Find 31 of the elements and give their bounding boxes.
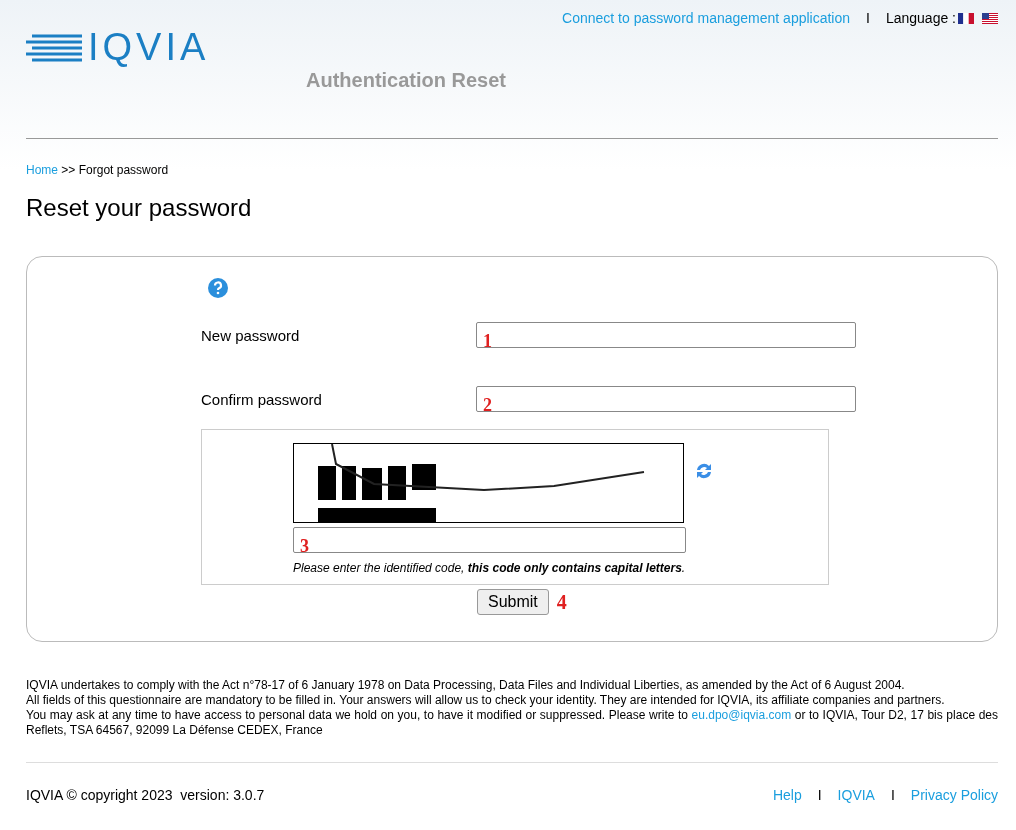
logo-lines-icon [26, 33, 82, 62]
separator: I [817, 787, 822, 803]
footer-link[interactable]: Help [772, 787, 802, 803]
breadcrumb-current: >> Forgot password [61, 163, 169, 177]
logo-text: IQVIA [88, 26, 210, 69]
app-title: Authentication Reset [306, 69, 508, 92]
page-title: Reset your password [26, 194, 253, 222]
email-link[interactable]: eu.dpo@iqvia.com [691, 708, 792, 722]
password-field[interactable]: 2 [476, 386, 856, 412]
contact-paragraph: You may ask at any time to have access to personal data we hold on you, to have it modified or suppressed. Please write to eu.dpo@iqvia.com or to IQVIA, Tour D2, 17 bis place des Reflets, TSA 64567, 92099 La Défense CEDEX, France [26, 708, 998, 738]
help-icon[interactable] [207, 277, 229, 299]
field-label: New password [201, 326, 301, 344]
footer-link[interactable]: Privacy Policy [910, 787, 998, 803]
language-label: Language : [885, 10, 956, 26]
flag-icon[interactable] [982, 12, 998, 24]
legal-paragraph: All fields of this questionnaire are mandatory to be filled in. Your answers will allow us to check your identity. They are intended for IQVIA, its affiliate companies and partners. [26, 693, 946, 708]
password-app-link[interactable]: Connect to password management application [562, 10, 851, 26]
separator: I [890, 787, 895, 803]
legal-paragraph: IQVIA undertakes to comply with the Act n°78-17 of 6 January 1978 on Data Processing, Data Files and Individual Liberties, as amended by the Act of 6 August 2004. [26, 678, 906, 693]
flag-icon[interactable] [958, 12, 974, 24]
captcha-field[interactable]: 3 [293, 527, 686, 553]
annotation-number: 4 [556, 590, 567, 614]
copyright-text: IQVIA © copyright 2023 version: 3.0.7 [26, 787, 265, 803]
submit-button[interactable]: Submit [477, 589, 549, 615]
field-label: Confirm password [201, 390, 323, 408]
separator: I [866, 10, 870, 26]
captcha-hint: Please enter the identified code, this code only contains capital letters. [293, 561, 687, 575]
footer-link[interactable]: IQVIA [837, 787, 875, 803]
home-link[interactable]: Home [26, 163, 58, 177]
refresh-icon[interactable] [694, 461, 714, 481]
password-field[interactable]: 1 [476, 322, 856, 348]
